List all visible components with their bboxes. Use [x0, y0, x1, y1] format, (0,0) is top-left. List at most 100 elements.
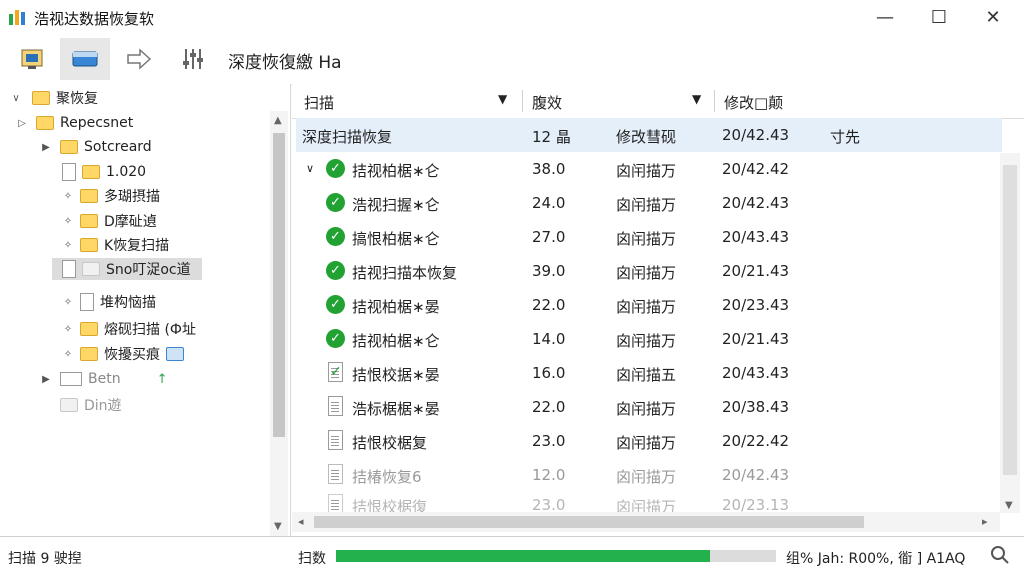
minimize-button[interactable]: — [858, 0, 912, 34]
search-icon[interactable] [990, 545, 1010, 565]
collapse-icon[interactable]: ∨ [306, 162, 314, 175]
table-row[interactable]: 深度扫描恢复 12 晶 修改彗砚 20/42.43 寸先 [296, 118, 1002, 152]
scan-label: 扫数 [298, 551, 326, 567]
tree-item-label: 恢擾买痕 [104, 347, 160, 363]
row-date: 20/42.43 [722, 126, 790, 144]
table-row[interactable]: ✓ 拮视柏椐∗仑 14.0 囟闬描万 20/21.43 [296, 322, 1002, 356]
tree-item-stack-scan[interactable]: ✧ 堆构恼描 [62, 291, 156, 313]
expand-icon[interactable]: ▶ [40, 142, 52, 153]
column-separator[interactable] [714, 90, 715, 112]
folder-icon [80, 189, 98, 203]
sort-down-icon[interactable]: ▼ [692, 92, 701, 106]
row-type: 囟闬描万 [616, 498, 677, 512]
node-icon: ✧ [63, 239, 73, 251]
scroll-right-icon[interactable]: ▸ [982, 515, 988, 528]
file-icon [62, 260, 76, 278]
table-row[interactable]: ✓ 拮视扫描本恢复 39.0 囟闬描万 20/21.43 [296, 254, 1002, 288]
table-row[interactable]: 浩标椐椐∗晏 22.0 囟闬描万 20/38.43 [296, 390, 1002, 424]
expand-icon[interactable]: ▷ [16, 118, 28, 129]
collapse-icon[interactable]: ∨ [10, 93, 22, 104]
row-size: 27.0 [532, 228, 566, 246]
tree-item-root[interactable]: ∨ 聚恢复 [10, 87, 98, 109]
list-header: 扫描 ▼ 腹效 ▼ 修改□颠 [292, 84, 1024, 119]
tree-item-recover[interactable]: ✧ 恢擾买痕 [62, 343, 184, 365]
scroll-down-icon[interactable]: ▼ [274, 521, 282, 532]
row-name: 拮视柏椐∗晏 [352, 298, 440, 316]
sort-down-icon[interactable]: ▼ [498, 92, 507, 106]
settings-tool-button[interactable] [168, 38, 218, 80]
table-row[interactable]: ✓ 拮恨校据∗晏 16.0 囟闬描五 20/43.43 [296, 356, 1002, 390]
row-name: 拮恨校据∗晏 [352, 366, 440, 384]
tree-item-k[interactable]: ✧ K恢复扫描 [62, 234, 169, 256]
table-row[interactable]: 拮恨校椐复 23.0 囟闬描万 20/22.42 [296, 424, 1002, 458]
scroll-down-icon[interactable]: ▼ [1005, 500, 1013, 511]
scan-progress-bar [336, 550, 776, 562]
column-header-size[interactable]: 腹效 [532, 92, 562, 113]
tree-item-d[interactable]: ✧ D摩砋遉 [62, 210, 157, 232]
tree-scrollbar[interactable]: ▲ ▼ [270, 111, 288, 536]
scrollbar-thumb[interactable] [314, 516, 864, 528]
column-header-modified[interactable]: 修改□颠 [724, 92, 783, 113]
row-size: 22.0 [532, 296, 566, 314]
row-type: 囟闬描万 [616, 434, 677, 452]
row-type: 囟闬描万 [616, 196, 677, 214]
row-size: 12 晶 [532, 128, 571, 146]
tree-item-melt-scan[interactable]: ✧ 熔砚扫描 (Ф址 [62, 318, 196, 340]
row-date: 20/42.43 [722, 194, 790, 212]
row-name: 拮视柏椐∗仑 [352, 332, 440, 350]
row-extra: 寸先 [830, 128, 861, 146]
row-size: 14.0 [532, 330, 566, 348]
row-type: 囟闬描五 [616, 366, 677, 384]
tree-item-selected[interactable]: Sno叮浞oc道 [52, 258, 202, 280]
node-icon: ✧ [63, 348, 73, 360]
folder-icon [80, 238, 98, 252]
node-icon: ✧ [63, 296, 73, 308]
scrollbar-thumb[interactable] [1003, 165, 1017, 475]
table-row[interactable]: ✓ 搞恨柏椐∗仑 27.0 囟闬描万 20/43.43 [296, 220, 1002, 254]
tree-item-label: 熔砚扫描 (Ф址 [104, 322, 196, 338]
file-list: 扫描 ▼ 腹效 ▼ 修改□颠 深度扫描恢复 12 晶 修改彗砚 20/42.43… [292, 84, 1024, 536]
table-row[interactable]: 拮椿恢复6 12.0 囟闬描万 20/42.43 [296, 458, 1002, 492]
row-type: 修改彗砚 [616, 128, 677, 146]
tree-item-repecsnet[interactable]: ▷ Repecsnet [16, 112, 133, 134]
row-date: 20/43.43 [722, 364, 790, 382]
row-name: 拮视柏椐∗仑 [352, 162, 440, 180]
node-icon: ✧ [63, 190, 73, 202]
scan-tool-button[interactable] [8, 38, 58, 80]
table-row[interactable]: ✓ 拮视柏椐∗晏 22.0 囟闬描万 20/23.43 [296, 288, 1002, 322]
toolbar-title: 深度恢復繳 Ha [228, 53, 342, 73]
maximize-button[interactable]: ☐ [912, 0, 966, 34]
close-button[interactable]: ✕ [966, 0, 1020, 34]
tree-item-label: Repecsnet [60, 115, 134, 131]
tree-item-din[interactable]: Din遊 [60, 394, 122, 416]
tree-item-sotcreard[interactable]: ▶ Sotcreard [40, 136, 152, 158]
table-row[interactable]: ✓ 浩视扫握∗仑 24.0 囟闬描万 20/42.43 [296, 186, 1002, 220]
folder-icon [82, 262, 100, 276]
monitor-icon [60, 372, 82, 386]
tree-item-multi-scan[interactable]: ✧ 多瑚摂描 [62, 185, 160, 207]
tree-item-betn[interactable]: ▶ Betn ↑ [40, 368, 167, 390]
table-row[interactable]: 拮恨校椐復 23.0 囟闬描万 20/23.13 [296, 488, 1002, 512]
tree-item-1020[interactable]: 1.020 [62, 161, 146, 183]
row-type: 囟闬描万 [616, 332, 677, 350]
scroll-up-icon[interactable]: ▲ [274, 115, 282, 126]
check-icon: ✓ [326, 159, 345, 178]
scrollbar-thumb[interactable] [273, 133, 285, 437]
list-scrollbar[interactable]: ▼ [1000, 153, 1020, 513]
row-date: 20/38.43 [722, 398, 790, 416]
row-size: 39.0 [532, 262, 566, 280]
scroll-left-icon[interactable]: ◂ [298, 515, 304, 528]
expand-icon[interactable]: ▶ [40, 374, 52, 385]
row-name: 深度扫描恢复 [302, 128, 393, 146]
tree-item-label: 聚恢复 [56, 91, 98, 107]
table-row[interactable]: ∨ ✓ 拮视柏椐∗仑 38.0 囟闬描万 20/42.42 [296, 152, 1002, 186]
column-separator[interactable] [522, 90, 523, 112]
file-icon [328, 396, 343, 416]
title-bar: 浩视达数据恢复软 — ☐ ✕ [0, 0, 1024, 34]
forward-tool-button[interactable] [114, 38, 164, 80]
row-size: 23.0 [532, 432, 566, 450]
horizontal-scrollbar[interactable]: ◂ ▸ [292, 512, 1000, 532]
progress-fill [336, 550, 710, 562]
recover-tool-button[interactable] [60, 38, 110, 80]
column-header-scan[interactable]: 扫描 [304, 92, 334, 113]
